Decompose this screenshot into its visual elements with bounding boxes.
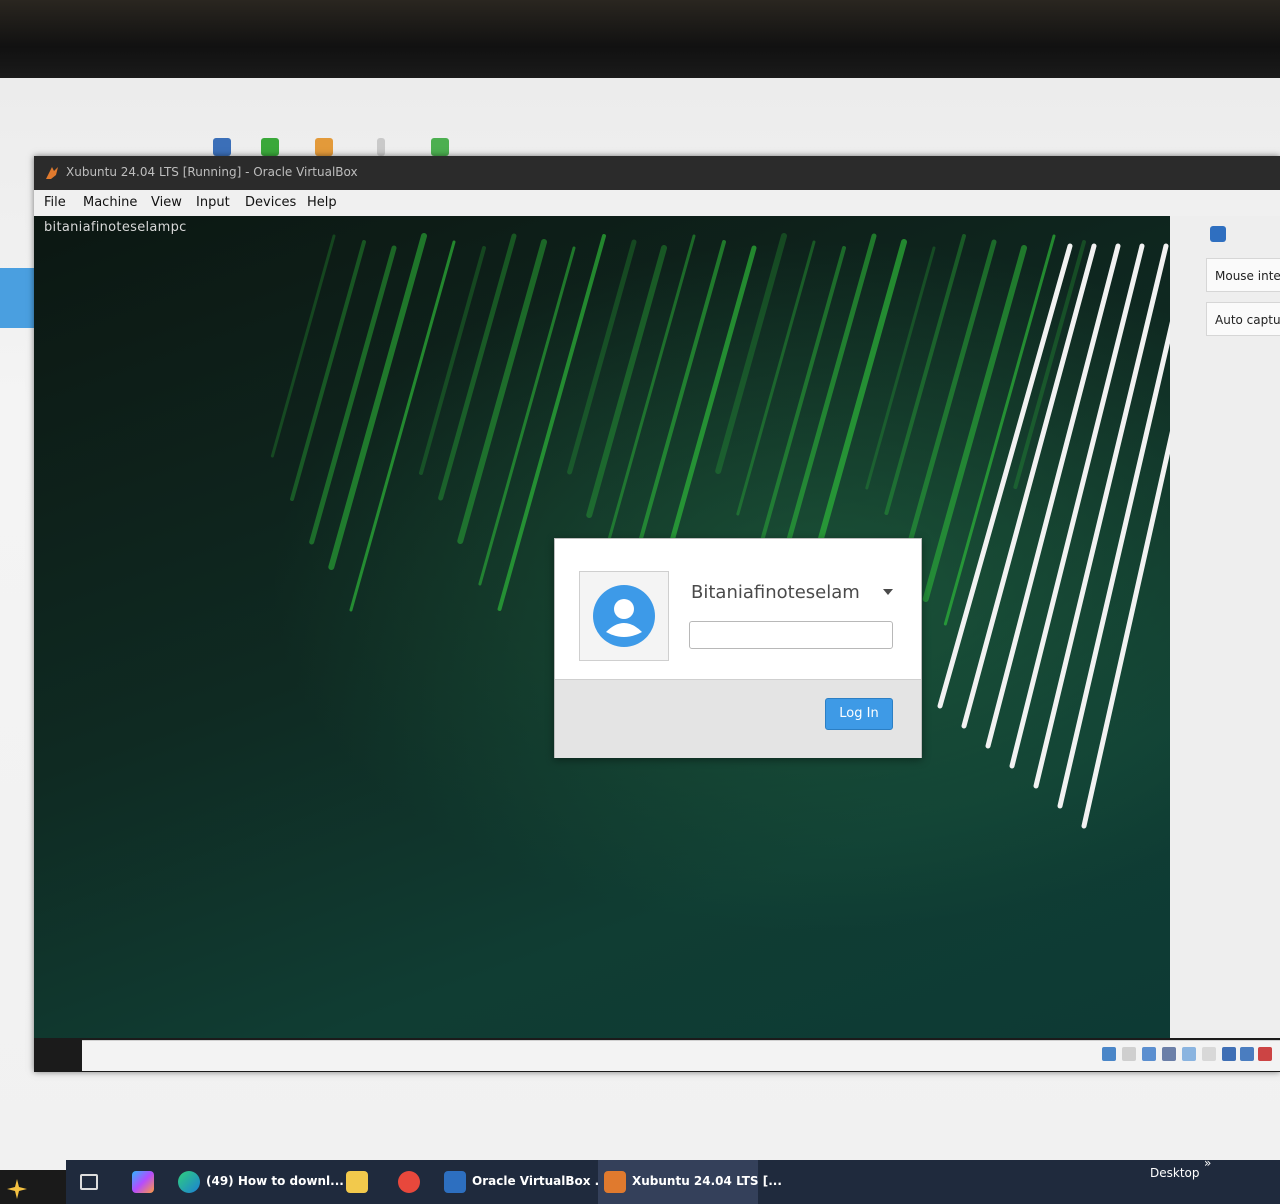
wallpaper-streak	[1033, 243, 1169, 789]
storage-icon[interactable]	[1102, 1047, 1116, 1061]
window-titlebar[interactable]: Xubuntu 24.04 LTS [Running] - Oracle Vir…	[34, 156, 1280, 190]
cpu-icon[interactable]	[1258, 1047, 1272, 1061]
menu-machine[interactable]: Machine	[83, 195, 137, 210]
copilot-icon	[132, 1171, 154, 1193]
taskbar-virtualbox-manager[interactable]: Oracle VirtualBox ...	[438, 1160, 608, 1204]
taskbar-edge[interactable]: (49) How to downl...	[172, 1160, 344, 1204]
taskbar-label: Xubuntu 24.04 LTS [...	[632, 1174, 782, 1188]
hostname-label: bitaniafinoteselampc	[44, 220, 187, 235]
toolbar-icon	[315, 138, 333, 156]
notification-panel: Mouse inte Auto captu	[1170, 216, 1280, 1038]
menu-bar: File Machine View Input Devices Help	[34, 190, 1280, 217]
toolbar-icon	[213, 138, 231, 156]
usb-icon[interactable]	[1182, 1047, 1196, 1061]
optical-drive-icon[interactable]	[1122, 1047, 1136, 1061]
wallpaper-streak	[922, 245, 1027, 602]
menu-file[interactable]: File	[44, 195, 66, 210]
user-avatar-icon	[593, 585, 655, 647]
user-dropdown-icon[interactable]	[883, 589, 893, 595]
wallpaper-streak	[736, 240, 816, 516]
shared-folder-icon[interactable]	[1202, 1047, 1216, 1061]
host-toolbar-icons	[205, 138, 465, 158]
virtualbox-icon	[444, 1171, 466, 1193]
wps-office-button[interactable]	[392, 1160, 428, 1204]
notification-mouse-integration[interactable]: Mouse inte	[1206, 258, 1280, 292]
wallpaper-streak	[715, 233, 787, 474]
file-explorer-button[interactable]	[340, 1160, 376, 1204]
wallpaper-streak	[567, 239, 637, 475]
wps-office-icon	[398, 1171, 420, 1193]
password-input[interactable]	[689, 621, 893, 649]
taskbar-label: Oracle VirtualBox ...	[472, 1174, 609, 1188]
copilot-sparkle-icon[interactable]	[6, 1178, 28, 1200]
wallpaper-streak	[985, 243, 1121, 749]
taskbar: (49) How to downl... Oracle VirtualBox .…	[66, 1156, 1280, 1204]
chevron-right-icon[interactable]: »	[1204, 1156, 1211, 1170]
task-view-icon	[80, 1174, 98, 1190]
wallpaper-streak	[349, 240, 456, 612]
taskbar-xubuntu-vm[interactable]: Xubuntu 24.04 LTS [...	[598, 1160, 782, 1204]
menu-devices[interactable]: Devices	[245, 195, 296, 210]
edge-icon	[178, 1171, 200, 1193]
username-label: Bitaniafinoteselam	[691, 582, 860, 603]
toolbar-icon	[261, 138, 279, 156]
login-dialog: Bitaniafinoteselam Log In	[554, 538, 922, 758]
virtualbox-window: Xubuntu 24.04 LTS [Running] - Oracle Vir…	[34, 156, 1280, 1072]
virtualbox-vm-icon	[604, 1171, 626, 1193]
virtualbox-icon	[46, 167, 58, 179]
avatar-frame	[579, 571, 669, 661]
info-icon[interactable]	[1210, 226, 1226, 242]
folder-icon	[346, 1171, 368, 1193]
login-button[interactable]: Log In	[825, 698, 893, 730]
task-view-button[interactable]	[76, 1160, 106, 1204]
wallpaper-streak	[1009, 243, 1145, 769]
taskbar-label: (49) How to downl...	[206, 1174, 344, 1188]
menu-view[interactable]: View	[151, 195, 182, 210]
display-icon[interactable]	[1222, 1047, 1236, 1061]
toolbar-icon	[431, 138, 449, 156]
wallpaper-streak	[865, 246, 936, 490]
network-icon[interactable]	[1162, 1047, 1176, 1061]
toolbar-icon	[377, 138, 385, 156]
notification-auto-capture[interactable]: Auto captu	[1206, 302, 1280, 336]
wallpaper-streak	[419, 246, 486, 475]
dialog-footer: Log In	[555, 679, 921, 758]
monitor-bezel	[0, 0, 1280, 78]
guest-display[interactable]: bitaniafinoteselampc Bitaniafinoteselam …	[34, 216, 1170, 1038]
wallpaper-streak	[270, 234, 336, 458]
window-title: Xubuntu 24.04 LTS [Running] - Oracle Vir…	[66, 165, 358, 179]
menu-input[interactable]: Input	[196, 195, 230, 210]
menu-help[interactable]: Help	[307, 195, 337, 210]
copilot-button[interactable]	[126, 1160, 160, 1204]
wallpaper-streak	[290, 240, 366, 501]
desktop-toolbar-label[interactable]: Desktop	[1150, 1166, 1200, 1180]
recording-icon[interactable]	[1240, 1047, 1254, 1061]
wallpaper-streak	[1013, 240, 1086, 489]
audio-icon[interactable]	[1142, 1047, 1156, 1061]
vm-status-bar	[82, 1040, 1280, 1071]
wallpaper-streak	[943, 234, 1056, 626]
